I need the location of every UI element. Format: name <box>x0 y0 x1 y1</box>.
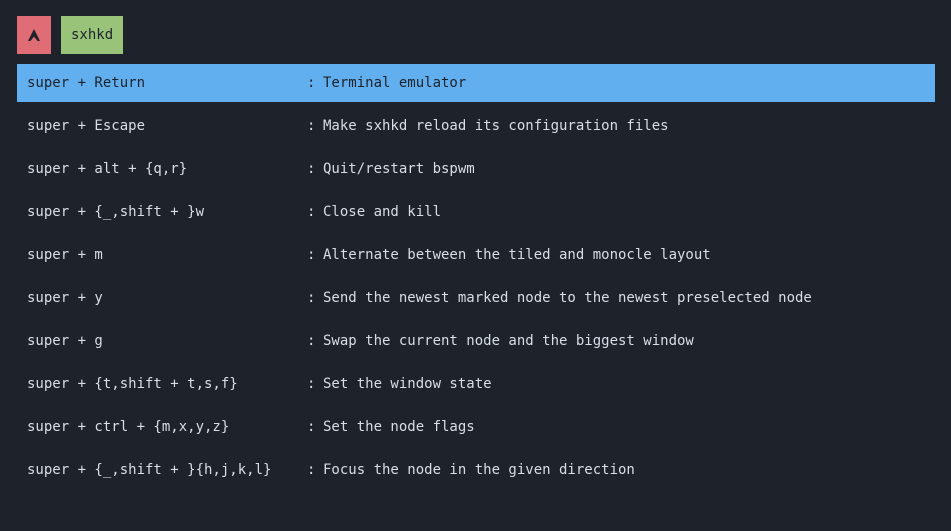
separator: : <box>307 161 316 177</box>
list-item[interactable]: super + g: Swap the current node and the … <box>17 322 935 360</box>
list-item[interactable]: super + {t,shift + t,s,f}: Set the window… <box>17 365 935 403</box>
keybinding-key: super + {t,shift + t,s,f} <box>27 376 238 392</box>
keybinding-description: Terminal emulator <box>323 75 467 91</box>
list-item[interactable]: super + {_,shift + }{h,j,k,l}: Focus the … <box>17 451 935 489</box>
list-item[interactable]: super + y: Send the newest marked node to… <box>17 279 935 317</box>
separator: : <box>307 419 316 435</box>
separator: : <box>307 118 316 134</box>
list-item-selected[interactable]: super + Return: Terminal emulator <box>17 64 935 102</box>
separator: : <box>307 290 316 306</box>
list-item[interactable]: super + m: Alternate between the tiled an… <box>17 236 935 274</box>
keybinding-key: super + {_,shift + }{h,j,k,l} <box>27 462 272 478</box>
keybinding-key: super + Return <box>27 75 146 91</box>
keybinding-key: super + g <box>27 333 103 349</box>
keybinding-description: Set the node flags <box>323 419 475 435</box>
keybinding-key: super + y <box>27 290 103 306</box>
keybinding-description: Quit/restart bspwm <box>323 161 475 177</box>
prompt-label[interactable]: sxhkd <box>61 16 124 54</box>
launcher-header: sxhkd <box>17 16 124 54</box>
list-item[interactable]: super + {_,shift + }w: Close and kill <box>17 193 935 231</box>
separator: : <box>307 204 316 220</box>
separator: : <box>307 75 316 91</box>
arch-linux-icon <box>28 29 40 41</box>
keybinding-key: super + alt + {q,r} <box>27 161 188 177</box>
separator: : <box>307 462 316 478</box>
arch-logo-badge <box>17 16 51 54</box>
keybinding-description: Alternate between the tiled and monocle … <box>323 247 711 263</box>
keybinding-description: Make sxhkd reload its configuration file… <box>323 118 669 134</box>
keybinding-key: super + Escape <box>27 118 146 134</box>
keybinding-description: Close and kill <box>323 204 442 220</box>
keybinding-description: Focus the node in the given direction <box>323 462 635 478</box>
keybinding-description: Swap the current node and the biggest wi… <box>323 333 694 349</box>
separator: : <box>307 333 316 349</box>
list-item[interactable]: super + alt + {q,r}: Quit/restart bspwm <box>17 150 935 188</box>
keybinding-description: Set the window state <box>323 376 492 392</box>
keybinding-list: super + Return: Terminal emulator super + … <box>17 64 935 494</box>
keybinding-key: super + m <box>27 247 103 263</box>
keybinding-key: super + ctrl + {m,x,y,z} <box>27 419 230 435</box>
list-item[interactable]: super + ctrl + {m,x,y,z}: Set the node fl… <box>17 408 935 446</box>
keybinding-description: Send the newest marked node to the newes… <box>323 290 812 306</box>
keybinding-key: super + {_,shift + }w <box>27 204 205 220</box>
separator: : <box>307 376 316 392</box>
separator: : <box>307 247 316 263</box>
list-item[interactable]: super + Escape: Make sxhkd reload its con… <box>17 107 935 145</box>
